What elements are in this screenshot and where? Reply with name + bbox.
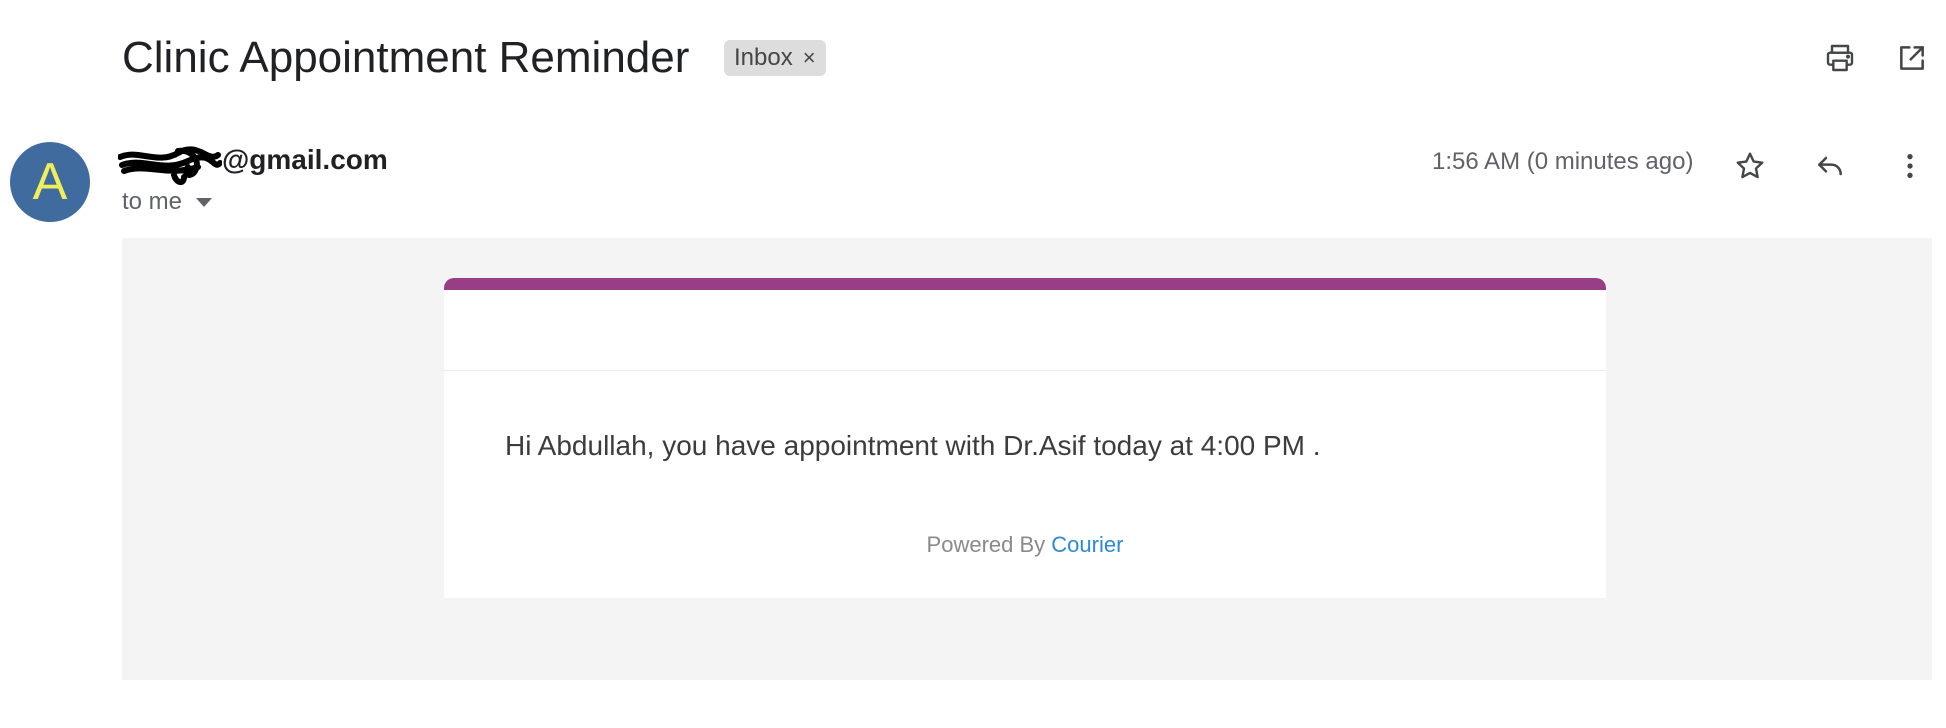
message-text: Hi Abdullah, you have appointment with D… [505, 430, 1321, 461]
open-in-new-window-icon[interactable] [1892, 38, 1932, 78]
sender-address: @gmail.com [117, 144, 388, 185]
recipient-details-toggle[interactable]: to me [122, 188, 213, 216]
email-timestamp: 1:56 AM (0 minutes ago) [1432, 148, 1694, 175]
label-chip-inbox[interactable]: Inbox × [724, 40, 826, 76]
more-vertical-icon[interactable] [1888, 144, 1932, 188]
email-view: Clinic Appointment Reminder Inbox × A @g… [0, 0, 1946, 728]
star-icon[interactable] [1728, 144, 1772, 188]
label-chip-text: Inbox [734, 44, 793, 71]
remove-label-icon[interactable]: × [803, 45, 816, 71]
reply-icon[interactable] [1808, 144, 1852, 188]
sender-domain: @gmail.com [222, 144, 388, 175]
card-header [444, 290, 1606, 371]
chevron-down-icon [196, 197, 213, 207]
email-subject: Clinic Appointment Reminder [122, 33, 690, 82]
accent-bar [444, 278, 1606, 290]
courier-link[interactable]: Courier [1051, 532, 1123, 557]
message-card: Hi Abdullah, you have appointment with D… [444, 278, 1606, 598]
email-body: Hi Abdullah, you have appointment with D… [122, 238, 1932, 680]
sender-avatar: A [10, 142, 90, 222]
powered-by-text: Powered By [926, 532, 1046, 557]
recipient-label: to me [122, 188, 183, 215]
print-icon[interactable] [1820, 38, 1860, 78]
redacted-scribble [117, 145, 223, 185]
powered-by-footer: Powered By Courier [444, 532, 1606, 558]
